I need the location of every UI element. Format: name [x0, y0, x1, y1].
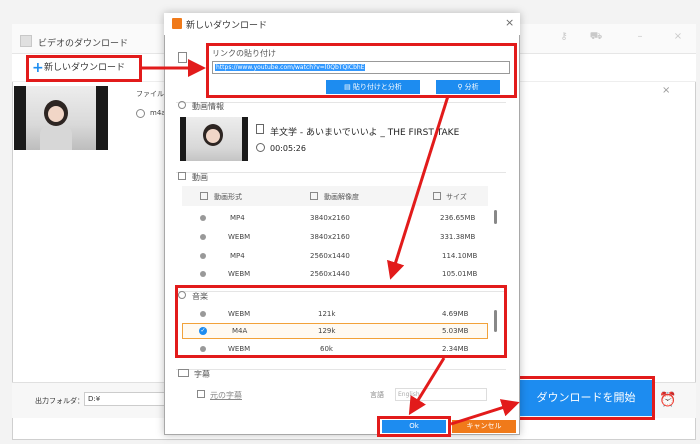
- arrow-to-ok: [408, 357, 446, 416]
- arrow-to-start: [450, 399, 520, 426]
- arrow-to-audio: [387, 95, 450, 280]
- annotation-arrows: [142, 59, 520, 426]
